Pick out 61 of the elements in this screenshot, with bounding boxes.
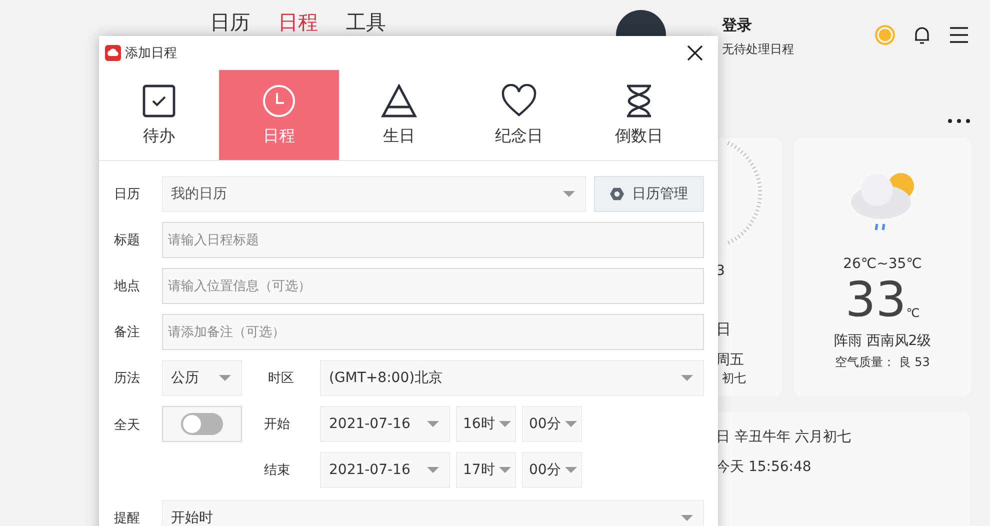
field-label: 全天 <box>114 417 141 434</box>
field-label: 提醒 <box>114 510 141 526</box>
reminder-select[interactable]: 开始时 <box>162 500 704 526</box>
caret-icon <box>427 421 439 427</box>
all-day-toggle[interactable] <box>162 406 242 442</box>
nav-tab[interactable]: 日历 <box>210 8 250 36</box>
date-fragment: 初七 <box>722 370 746 387</box>
timezone-select[interactable]: (GMT+8:00)北京 <box>320 360 704 396</box>
clock-icon <box>262 84 296 118</box>
more-icon[interactable] <box>947 118 971 124</box>
calendar-select[interactable]: 我的日历 <box>162 176 586 212</box>
hourglass-icon <box>624 84 654 118</box>
menu-icon[interactable] <box>948 24 970 46</box>
login-link[interactable]: 登录 <box>722 16 794 35</box>
calendar-type-select[interactable]: 公历 <box>162 360 242 396</box>
lunar-date: 日 辛丑牛年 六月初七 <box>716 428 852 446</box>
minute-select[interactable]: 00分 <box>522 406 582 442</box>
caret-icon <box>499 467 511 473</box>
hour-select[interactable]: 16时 <box>456 406 516 442</box>
field-label: 开始 <box>264 416 291 433</box>
nav-tab[interactable]: 日程 <box>278 8 318 36</box>
date-select[interactable]: 2021-07-16 <box>320 406 450 442</box>
field-label: 标题 <box>114 232 141 249</box>
dialog-title: 添加日程 <box>125 45 177 62</box>
calendar-manage-button[interactable]: 日历管理 <box>594 176 704 212</box>
input-field[interactable]: 请输入位置信息（可选） <box>162 268 704 304</box>
temperature-range: 26℃~35℃ <box>843 256 922 272</box>
hexagon-icon <box>610 187 624 201</box>
caret-icon <box>681 375 693 381</box>
field-label: 历法 <box>114 370 141 387</box>
field-label: 日历 <box>114 186 141 203</box>
caret-icon <box>499 421 511 427</box>
date-select[interactable]: 2021-07-16 <box>320 452 450 488</box>
date-fragment: 周五 <box>716 351 744 369</box>
field-label: 时区 <box>268 370 295 387</box>
caret-icon <box>219 375 231 381</box>
field-label: 地点 <box>114 278 141 295</box>
nav-tab[interactable]: 工具 <box>346 8 386 36</box>
caret-icon <box>427 467 439 473</box>
field-label: 备注 <box>114 324 141 341</box>
app-logo-icon <box>105 45 121 61</box>
temperature-unit: ℃ <box>906 306 920 320</box>
close-icon[interactable] <box>687 45 703 61</box>
input-field[interactable]: 请添加备注（可选） <box>162 314 704 350</box>
air-quality: 空气质量： 良 53 <box>835 354 930 371</box>
temperature: 33 <box>845 272 906 328</box>
input-field[interactable]: 请输入日程标题 <box>162 222 704 258</box>
toggle-switch[interactable] <box>181 413 223 435</box>
hour-select[interactable]: 17时 <box>456 452 516 488</box>
caret-icon <box>563 191 575 197</box>
field-label: 结束 <box>264 462 291 479</box>
checkbox-icon <box>142 84 176 118</box>
caret-icon <box>681 515 693 521</box>
heart-icon <box>501 84 537 118</box>
weather-description: 阵雨 西南风2级 <box>834 332 932 350</box>
caret-icon <box>565 467 577 473</box>
triangle-icon <box>381 84 417 118</box>
minute-select[interactable]: 00分 <box>522 452 582 488</box>
caret-icon <box>565 421 577 427</box>
status-text: 无待处理日程 <box>722 41 794 58</box>
date-fragment: 日 <box>716 320 731 339</box>
